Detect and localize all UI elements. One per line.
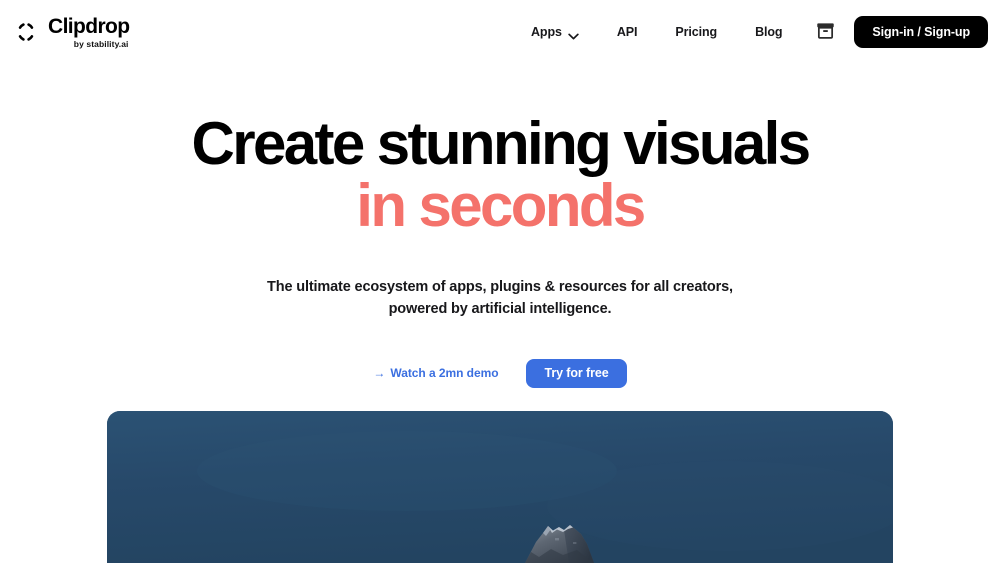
arrow-right-icon: → bbox=[373, 366, 386, 381]
nav-item-api[interactable]: API bbox=[598, 17, 657, 47]
focus-brackets-icon bbox=[14, 20, 38, 44]
signin-signup-button[interactable]: Sign-in / Sign-up bbox=[854, 16, 988, 48]
brand-tagline: by stability.ai bbox=[73, 38, 129, 49]
archive-box-icon bbox=[815, 20, 836, 44]
headline-line-2-accent: in seconds bbox=[356, 172, 646, 239]
nav-item-pricing-label: Pricing bbox=[675, 25, 718, 39]
watch-demo-link[interactable]: → Watch a 2mn demo bbox=[373, 366, 498, 380]
nav-item-blog[interactable]: Blog bbox=[736, 17, 801, 47]
nav-item-apps[interactable]: Apps bbox=[512, 17, 598, 47]
brand-text-block: Clipdrop by stability.ai bbox=[48, 14, 130, 49]
archive-box-icon-button[interactable] bbox=[812, 19, 838, 45]
site-header: Clipdrop by stability.ai Apps API Pricin… bbox=[0, 0, 1000, 64]
primary-navigation: Apps API Pricing Blog bbox=[512, 0, 801, 64]
chevron-down-icon bbox=[568, 29, 579, 39]
brand-name: Clipdrop bbox=[48, 14, 130, 38]
nav-item-blog-label: Blog bbox=[755, 25, 783, 39]
hero-media-image bbox=[107, 411, 893, 563]
hero-subtitle-line-1: The ultimate ecosystem of apps, plugins … bbox=[267, 279, 733, 295]
hero-subtitle-line-2: powered by artificial intelligence. bbox=[388, 301, 612, 318]
brand-logo-link[interactable]: Clipdrop by stability.ai bbox=[14, 14, 130, 49]
hero-cta-row: → Watch a 2mn demo Try for free bbox=[0, 358, 1000, 388]
hero-section: Create stunning visuals in seconds The u… bbox=[0, 64, 1000, 388]
nav-item-api-label: API bbox=[616, 25, 638, 39]
headline-line-1: Create stunning visuals bbox=[191, 110, 811, 177]
nav-item-apps-label: Apps bbox=[531, 25, 562, 39]
page-title: Create stunning visuals in seconds bbox=[0, 114, 1000, 236]
hero-subtitle: The ultimate ecosystem of apps, plugins … bbox=[0, 276, 1000, 321]
try-for-free-button[interactable]: Try for free bbox=[526, 358, 627, 388]
header-actions: Sign-in / Sign-up bbox=[812, 0, 988, 64]
clipdrop-landing-page: Clipdrop by stability.ai Apps API Pricin… bbox=[0, 0, 1000, 563]
nav-item-pricing[interactable]: Pricing bbox=[656, 17, 736, 47]
watch-demo-label: Watch a 2mn demo bbox=[390, 366, 499, 381]
